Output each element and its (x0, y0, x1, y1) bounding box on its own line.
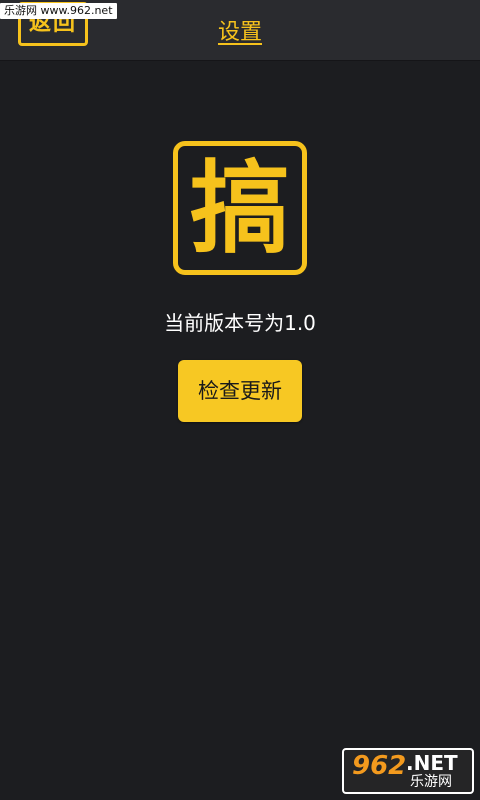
watermark-number: 962 (352, 751, 407, 781)
watermark-top: 乐游网 www.962.net (0, 3, 117, 19)
logo-glyph: 搞 (190, 150, 290, 267)
watermark-bottom: 962 .NET 乐游网 (342, 748, 474, 794)
settings-screen: 返回 设置 乐游网 www.962.net 搞 当前版本号为1.0 检查更新 9… (0, 0, 480, 800)
watermark-net: .NET (406, 751, 458, 775)
app-logo-icon: 搞 (173, 141, 307, 275)
watermark-cn: 乐游网 (410, 774, 452, 790)
version-label: 当前版本号为1.0 (164, 311, 316, 335)
check-update-button[interactable]: 检查更新 (178, 360, 302, 422)
